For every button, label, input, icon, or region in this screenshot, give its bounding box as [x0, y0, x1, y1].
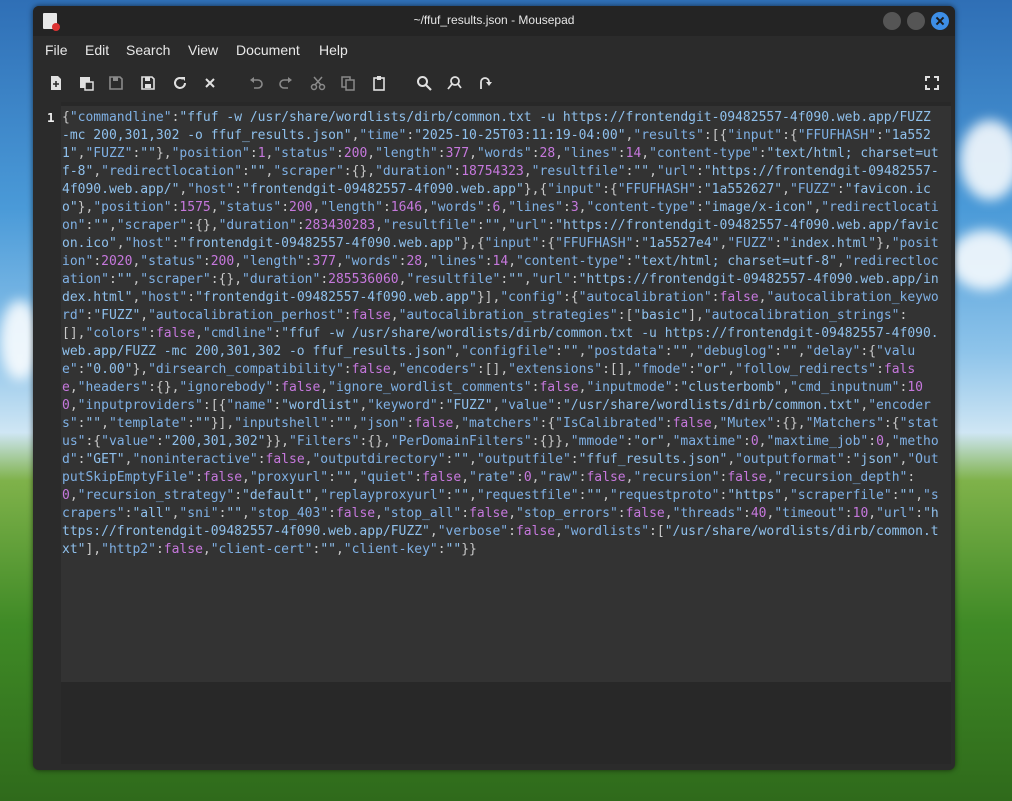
line-number: 1 — [47, 110, 55, 125]
reload-icon[interactable] — [169, 72, 191, 94]
menu-edit[interactable]: Edit — [85, 42, 109, 58]
new-window-icon[interactable] — [75, 72, 97, 94]
new-document-icon[interactable] — [45, 72, 67, 94]
cut-icon[interactable] — [307, 72, 329, 94]
save-as-icon[interactable] — [137, 72, 159, 94]
minimize-button[interactable] — [883, 12, 901, 30]
go-to-line-icon[interactable] — [474, 72, 496, 94]
line-number-gutter: 1 — [35, 102, 61, 764]
redo-icon[interactable] — [275, 72, 297, 94]
menu-view[interactable]: View — [188, 42, 218, 58]
paste-icon[interactable] — [368, 72, 390, 94]
find-replace-icon[interactable] — [444, 72, 466, 94]
menu-bar: File Edit Search View Document Help — [33, 36, 955, 66]
save-icon[interactable] — [105, 72, 127, 94]
mousepad-window: ~/ffuf_results.json - Mousepad File Edit… — [33, 6, 955, 770]
menu-file[interactable]: File — [45, 42, 68, 58]
undo-icon[interactable] — [245, 72, 267, 94]
title-bar[interactable]: ~/ffuf_results.json - Mousepad — [33, 6, 955, 36]
file-content[interactable]: {"commandline":"ffuf -w /usr/share/wordl… — [62, 109, 946, 559]
fullscreen-icon[interactable] — [921, 72, 943, 94]
search-icon[interactable] — [413, 72, 435, 94]
text-editor[interactable]: 1 {"commandline":"ffuf -w /usr/share/wor… — [35, 102, 951, 764]
copy-icon[interactable] — [337, 72, 359, 94]
menu-search[interactable]: Search — [126, 42, 170, 58]
maximize-button[interactable] — [907, 12, 925, 30]
toolbar — [33, 68, 955, 98]
close-window-button[interactable] — [931, 12, 949, 30]
menu-help[interactable]: Help — [319, 42, 348, 58]
close-document-icon[interactable] — [199, 72, 221, 94]
window-title: ~/ffuf_results.json - Mousepad — [413, 13, 575, 27]
menu-document[interactable]: Document — [236, 42, 300, 58]
